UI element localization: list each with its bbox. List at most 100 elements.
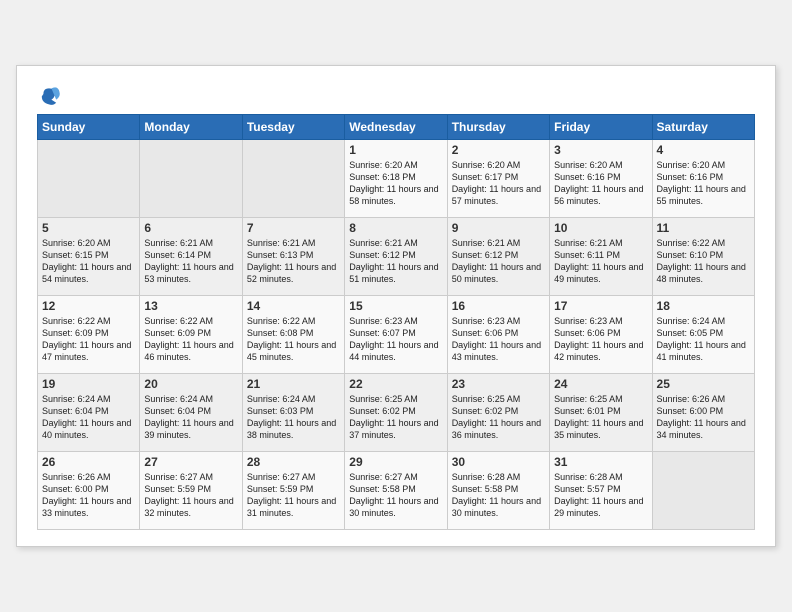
day-info: Sunrise: 6:25 AMSunset: 6:01 PMDaylight:… bbox=[554, 393, 647, 442]
day-info: Sunrise: 6:20 AMSunset: 6:16 PMDaylight:… bbox=[657, 159, 750, 208]
calendar-day-cell: 27 Sunrise: 6:27 AMSunset: 5:59 PMDaylig… bbox=[140, 452, 242, 530]
day-info: Sunrise: 6:27 AMSunset: 5:59 PMDaylight:… bbox=[247, 471, 340, 520]
day-number: 1 bbox=[349, 143, 442, 157]
day-number: 20 bbox=[144, 377, 237, 391]
day-info: Sunrise: 6:21 AMSunset: 6:13 PMDaylight:… bbox=[247, 237, 340, 286]
day-info: Sunrise: 6:22 AMSunset: 6:08 PMDaylight:… bbox=[247, 315, 340, 364]
weekday-header-thursday: Thursday bbox=[447, 115, 549, 140]
day-info: Sunrise: 6:28 AMSunset: 5:58 PMDaylight:… bbox=[452, 471, 545, 520]
calendar-day-cell: 28 Sunrise: 6:27 AMSunset: 5:59 PMDaylig… bbox=[242, 452, 344, 530]
calendar-day-cell: 19 Sunrise: 6:24 AMSunset: 6:04 PMDaylig… bbox=[38, 374, 140, 452]
day-number: 9 bbox=[452, 221, 545, 235]
day-info: Sunrise: 6:21 AMSunset: 6:14 PMDaylight:… bbox=[144, 237, 237, 286]
day-number: 6 bbox=[144, 221, 237, 235]
calendar-day-cell bbox=[38, 140, 140, 218]
day-info: Sunrise: 6:21 AMSunset: 6:12 PMDaylight:… bbox=[452, 237, 545, 286]
calendar-week-row: 5 Sunrise: 6:20 AMSunset: 6:15 PMDayligh… bbox=[38, 218, 755, 296]
day-info: Sunrise: 6:25 AMSunset: 6:02 PMDaylight:… bbox=[349, 393, 442, 442]
day-info: Sunrise: 6:23 AMSunset: 6:06 PMDaylight:… bbox=[452, 315, 545, 364]
day-number: 22 bbox=[349, 377, 442, 391]
day-number: 23 bbox=[452, 377, 545, 391]
day-info: Sunrise: 6:26 AMSunset: 6:00 PMDaylight:… bbox=[657, 393, 750, 442]
day-info: Sunrise: 6:27 AMSunset: 5:59 PMDaylight:… bbox=[144, 471, 237, 520]
day-number: 30 bbox=[452, 455, 545, 469]
calendar-day-cell: 25 Sunrise: 6:26 AMSunset: 6:00 PMDaylig… bbox=[652, 374, 754, 452]
weekday-header-tuesday: Tuesday bbox=[242, 115, 344, 140]
day-info: Sunrise: 6:21 AMSunset: 6:11 PMDaylight:… bbox=[554, 237, 647, 286]
day-number: 21 bbox=[247, 377, 340, 391]
day-number: 14 bbox=[247, 299, 340, 313]
day-number: 7 bbox=[247, 221, 340, 235]
calendar-day-cell: 14 Sunrise: 6:22 AMSunset: 6:08 PMDaylig… bbox=[242, 296, 344, 374]
calendar-week-row: 12 Sunrise: 6:22 AMSunset: 6:09 PMDaylig… bbox=[38, 296, 755, 374]
day-number: 24 bbox=[554, 377, 647, 391]
day-info: Sunrise: 6:23 AMSunset: 6:06 PMDaylight:… bbox=[554, 315, 647, 364]
calendar-day-cell: 31 Sunrise: 6:28 AMSunset: 5:57 PMDaylig… bbox=[550, 452, 652, 530]
day-number: 10 bbox=[554, 221, 647, 235]
calendar-day-cell: 10 Sunrise: 6:21 AMSunset: 6:11 PMDaylig… bbox=[550, 218, 652, 296]
calendar-day-cell bbox=[652, 452, 754, 530]
calendar-day-cell: 13 Sunrise: 6:22 AMSunset: 6:09 PMDaylig… bbox=[140, 296, 242, 374]
calendar-day-cell: 8 Sunrise: 6:21 AMSunset: 6:12 PMDayligh… bbox=[345, 218, 447, 296]
calendar-day-cell: 26 Sunrise: 6:26 AMSunset: 6:00 PMDaylig… bbox=[38, 452, 140, 530]
day-info: Sunrise: 6:23 AMSunset: 6:07 PMDaylight:… bbox=[349, 315, 442, 364]
day-info: Sunrise: 6:21 AMSunset: 6:12 PMDaylight:… bbox=[349, 237, 442, 286]
calendar-header bbox=[37, 82, 755, 106]
day-info: Sunrise: 6:24 AMSunset: 6:05 PMDaylight:… bbox=[657, 315, 750, 364]
day-info: Sunrise: 6:20 AMSunset: 6:15 PMDaylight:… bbox=[42, 237, 135, 286]
day-info: Sunrise: 6:27 AMSunset: 5:58 PMDaylight:… bbox=[349, 471, 442, 520]
day-info: Sunrise: 6:24 AMSunset: 6:03 PMDaylight:… bbox=[247, 393, 340, 442]
calendar-day-cell: 5 Sunrise: 6:20 AMSunset: 6:15 PMDayligh… bbox=[38, 218, 140, 296]
calendar-day-cell: 29 Sunrise: 6:27 AMSunset: 5:58 PMDaylig… bbox=[345, 452, 447, 530]
day-number: 13 bbox=[144, 299, 237, 313]
calendar-week-row: 19 Sunrise: 6:24 AMSunset: 6:04 PMDaylig… bbox=[38, 374, 755, 452]
weekday-header-monday: Monday bbox=[140, 115, 242, 140]
calendar-day-cell: 24 Sunrise: 6:25 AMSunset: 6:01 PMDaylig… bbox=[550, 374, 652, 452]
calendar-day-cell bbox=[140, 140, 242, 218]
calendar-day-cell: 15 Sunrise: 6:23 AMSunset: 6:07 PMDaylig… bbox=[345, 296, 447, 374]
day-info: Sunrise: 6:20 AMSunset: 6:16 PMDaylight:… bbox=[554, 159, 647, 208]
day-number: 12 bbox=[42, 299, 135, 313]
logo-icon bbox=[37, 82, 61, 106]
day-number: 25 bbox=[657, 377, 750, 391]
day-number: 11 bbox=[657, 221, 750, 235]
calendar-day-cell: 23 Sunrise: 6:25 AMSunset: 6:02 PMDaylig… bbox=[447, 374, 549, 452]
calendar-container: SundayMondayTuesdayWednesdayThursdayFrid… bbox=[16, 65, 776, 547]
calendar-day-cell: 2 Sunrise: 6:20 AMSunset: 6:17 PMDayligh… bbox=[447, 140, 549, 218]
calendar-day-cell: 16 Sunrise: 6:23 AMSunset: 6:06 PMDaylig… bbox=[447, 296, 549, 374]
day-number: 27 bbox=[144, 455, 237, 469]
day-info: Sunrise: 6:24 AMSunset: 6:04 PMDaylight:… bbox=[144, 393, 237, 442]
calendar-table: SundayMondayTuesdayWednesdayThursdayFrid… bbox=[37, 114, 755, 530]
calendar-day-cell: 7 Sunrise: 6:21 AMSunset: 6:13 PMDayligh… bbox=[242, 218, 344, 296]
weekday-header-saturday: Saturday bbox=[652, 115, 754, 140]
day-number: 4 bbox=[657, 143, 750, 157]
day-info: Sunrise: 6:24 AMSunset: 6:04 PMDaylight:… bbox=[42, 393, 135, 442]
calendar-day-cell: 20 Sunrise: 6:24 AMSunset: 6:04 PMDaylig… bbox=[140, 374, 242, 452]
day-info: Sunrise: 6:20 AMSunset: 6:17 PMDaylight:… bbox=[452, 159, 545, 208]
calendar-week-row: 26 Sunrise: 6:26 AMSunset: 6:00 PMDaylig… bbox=[38, 452, 755, 530]
day-number: 5 bbox=[42, 221, 135, 235]
calendar-day-cell: 1 Sunrise: 6:20 AMSunset: 6:18 PMDayligh… bbox=[345, 140, 447, 218]
calendar-day-cell: 11 Sunrise: 6:22 AMSunset: 6:10 PMDaylig… bbox=[652, 218, 754, 296]
calendar-day-cell: 21 Sunrise: 6:24 AMSunset: 6:03 PMDaylig… bbox=[242, 374, 344, 452]
calendar-week-row: 1 Sunrise: 6:20 AMSunset: 6:18 PMDayligh… bbox=[38, 140, 755, 218]
day-info: Sunrise: 6:25 AMSunset: 6:02 PMDaylight:… bbox=[452, 393, 545, 442]
calendar-day-cell: 12 Sunrise: 6:22 AMSunset: 6:09 PMDaylig… bbox=[38, 296, 140, 374]
weekday-header-wednesday: Wednesday bbox=[345, 115, 447, 140]
calendar-day-cell: 30 Sunrise: 6:28 AMSunset: 5:58 PMDaylig… bbox=[447, 452, 549, 530]
day-number: 16 bbox=[452, 299, 545, 313]
calendar-day-cell: 3 Sunrise: 6:20 AMSunset: 6:16 PMDayligh… bbox=[550, 140, 652, 218]
calendar-day-cell: 9 Sunrise: 6:21 AMSunset: 6:12 PMDayligh… bbox=[447, 218, 549, 296]
day-number: 2 bbox=[452, 143, 545, 157]
calendar-day-cell: 18 Sunrise: 6:24 AMSunset: 6:05 PMDaylig… bbox=[652, 296, 754, 374]
day-number: 28 bbox=[247, 455, 340, 469]
calendar-day-cell: 4 Sunrise: 6:20 AMSunset: 6:16 PMDayligh… bbox=[652, 140, 754, 218]
day-info: Sunrise: 6:28 AMSunset: 5:57 PMDaylight:… bbox=[554, 471, 647, 520]
day-info: Sunrise: 6:22 AMSunset: 6:10 PMDaylight:… bbox=[657, 237, 750, 286]
logo bbox=[37, 82, 65, 106]
day-number: 31 bbox=[554, 455, 647, 469]
day-info: Sunrise: 6:26 AMSunset: 6:00 PMDaylight:… bbox=[42, 471, 135, 520]
day-number: 15 bbox=[349, 299, 442, 313]
weekday-header-friday: Friday bbox=[550, 115, 652, 140]
calendar-day-cell bbox=[242, 140, 344, 218]
